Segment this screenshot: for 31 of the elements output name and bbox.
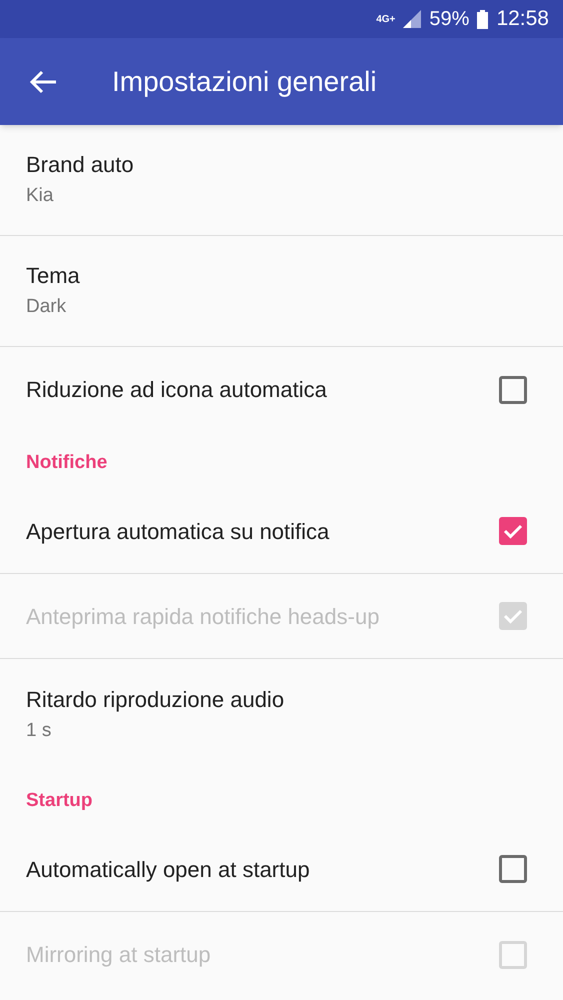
- setting-row[interactable]: Tema Dark: [0, 236, 563, 347]
- signal-icon: [403, 10, 422, 28]
- category-header: Notifiche: [26, 450, 108, 474]
- setting-title: Tema: [26, 262, 81, 290]
- checkbox[interactable]: [499, 855, 527, 883]
- setting-row[interactable]: Brand auto Kia: [0, 125, 563, 236]
- setting-title: Mirroring at startup: [26, 941, 211, 969]
- checkbox-row[interactable]: Riduzione ad icona automatica: [0, 347, 563, 432]
- setting-title: Brand auto: [26, 151, 135, 179]
- screen-title: Impostazioni generali: [112, 64, 377, 99]
- setting-row[interactable]: Ritardo riproduzione audio 1 s: [0, 659, 563, 770]
- checkmark-icon: [503, 608, 523, 624]
- setting-title: Riduzione ad icona automatica: [26, 376, 327, 404]
- clock: 12:58: [496, 6, 549, 32]
- battery-icon: [477, 10, 488, 28]
- category-header: Startup: [26, 788, 92, 812]
- setting-title: Ritardo riproduzione audio: [26, 686, 286, 714]
- setting-title: Apertura automatica su notifica: [26, 518, 330, 546]
- setting-value: Kia: [26, 184, 54, 208]
- setting-value: 1 s: [26, 718, 52, 742]
- setting-value: Dark: [26, 295, 68, 319]
- battery-percent: 59%: [429, 7, 470, 32]
- setting-title: Automatically open at startup: [26, 856, 310, 884]
- setting-title: Anteprima rapida notifiche heads-up: [26, 602, 380, 631]
- back-arrow-icon: [30, 70, 58, 94]
- network-label: 4G+: [376, 12, 396, 26]
- checkbox-row[interactable]: Automatically open at startup: [0, 827, 563, 912]
- checkmark-icon: [503, 523, 523, 539]
- checkbox[interactable]: [499, 376, 527, 404]
- checkbox-row[interactable]: Apertura automatica su notifica: [0, 489, 563, 574]
- checkbox[interactable]: [499, 517, 527, 545]
